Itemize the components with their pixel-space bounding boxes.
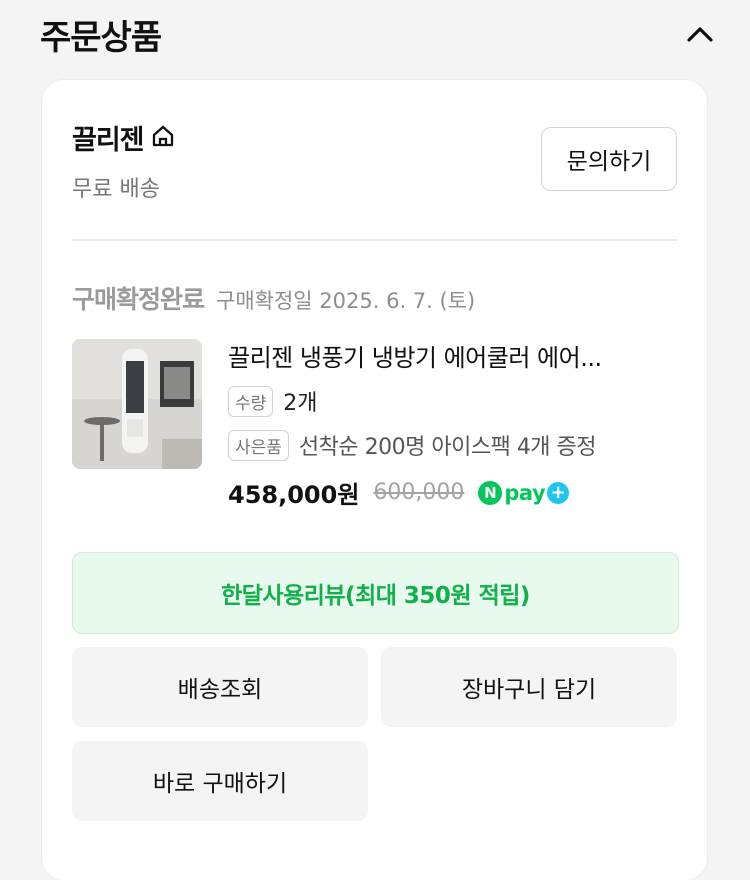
add-to-cart-button[interactable]: 장바구니 담기 [381,647,677,727]
sale-price: 458,000원 [228,481,360,509]
home-icon[interactable] [150,123,176,153]
order-card: 끌리젠 무료 배송 문의하기 구매확정완료 구매확정일 2025. 6. 7. … [42,80,707,880]
track-shipping-button[interactable]: 배송조회 [72,647,368,727]
qty-value: 2개 [283,391,318,416]
section-title: 주문상품 [40,17,162,58]
buy-now-button[interactable]: 바로 구매하기 [72,741,368,821]
divider [72,239,677,241]
product-name[interactable]: 끌리젠 냉풍기 냉방기 에어쿨러 에어... [228,338,678,373]
qty-tag: 수량 [228,385,274,417]
npay-n-icon: N [478,480,503,505]
shipping-info: 무료 배송 [72,177,160,202]
product-thumbnail[interactable] [72,339,202,469]
npay-logo: N pay + [478,479,570,506]
chevron-up-icon[interactable] [680,14,720,54]
review-button[interactable]: 한달사용리뷰(최대 350원 적립) [72,552,679,634]
section-header: 주문상품 [40,8,720,60]
gift-text: 선착순 200명 아이스팩 4개 증정 [298,435,597,460]
original-price: 600,000 [373,480,465,505]
seller-info: 끌리젠 무료 배송 [72,118,176,203]
npay-pay-text: pay [504,480,546,505]
seller-name[interactable]: 끌리젠 [72,118,145,157]
order-status: 구매확정완료 구매확정일 2025. 6. 7. (토) [72,280,475,316]
confirm-date: 구매확정일 2025. 6. 7. (토) [216,289,476,313]
product-info: 끌리젠 냉풍기 냉방기 에어쿨러 에어... 수량 2개 사은품 선착순 200… [228,338,678,510]
status-label: 구매확정완료 [72,285,205,314]
inquiry-button[interactable]: 문의하기 [541,127,677,191]
npay-plus-icon: + [547,481,570,504]
gift-tag: 사은품 [228,429,289,461]
